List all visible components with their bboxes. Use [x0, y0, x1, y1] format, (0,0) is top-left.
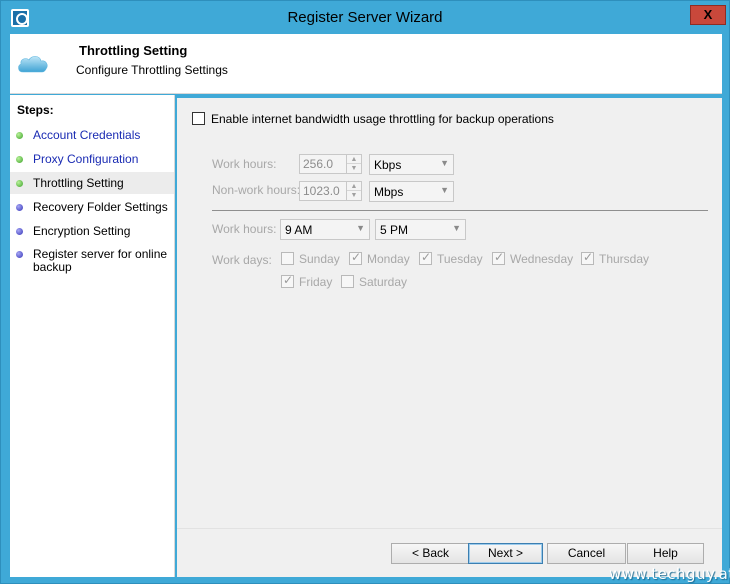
enable-throttling-checkbox[interactable] [192, 112, 205, 125]
checkmark-icon: ✓ [283, 273, 294, 287]
work-start-time-select[interactable]: 9 AM ▼ [280, 219, 370, 240]
step-encryption-setting: Encryption Setting [10, 220, 174, 242]
select-value: 9 AM [285, 223, 313, 237]
day-saturday-label: Saturday [359, 275, 408, 289]
step-done-icon [16, 132, 23, 139]
chevron-down-icon[interactable]: ▼ [347, 164, 361, 173]
step-label: Encryption Setting [33, 224, 131, 238]
cancel-button[interactable]: Cancel [547, 543, 626, 564]
work-hours-schedule-label: Work hours: [212, 222, 277, 236]
title-bar[interactable]: Register Server Wizard X [1, 1, 729, 34]
chevron-down-icon: ▼ [356, 223, 365, 233]
wizard-header: Throttling Setting Configure Throttling … [10, 34, 722, 94]
select-value: Kbps [374, 158, 402, 172]
day-sunday-label: Sunday [299, 252, 340, 266]
step-label: Throttling Setting [33, 176, 124, 190]
day-wednesday-checkbox[interactable]: ✓ [492, 250, 505, 265]
step-pending-icon [16, 228, 23, 235]
watermark-text: www.techguy.at [609, 565, 730, 583]
step-label: Recovery Folder Settings [33, 200, 168, 214]
next-button[interactable]: Next > [468, 543, 543, 564]
step-done-icon [16, 156, 23, 163]
enable-throttling-label: Enable internet bandwidth usage throttli… [211, 112, 554, 126]
step-label: Register server for online backup [33, 247, 168, 274]
day-tuesday-checkbox[interactable]: ✓ [419, 250, 432, 265]
work-hours-bandwidth-label: Work hours: [212, 157, 277, 171]
step-pending-icon [16, 204, 23, 211]
select-value: 5 PM [380, 223, 409, 237]
work-hours-unit-select[interactable]: Kbps ▼ [369, 154, 454, 175]
chevron-down-icon[interactable]: ▼ [347, 191, 361, 200]
chevron-down-icon: ▼ [440, 158, 449, 168]
select-value: Mbps [374, 185, 404, 199]
chevron-up-icon[interactable]: ▲ [347, 182, 361, 191]
day-sunday-checkbox[interactable] [281, 252, 294, 265]
day-friday-checkbox[interactable]: ✓ [281, 273, 294, 288]
day-saturday-checkbox[interactable] [341, 275, 354, 288]
day-tuesday-label: Tuesday [437, 252, 483, 266]
day-thursday-label: Thursday [599, 252, 650, 266]
wizard-window: Register Server Wizard X Throttling Sett… [0, 0, 730, 584]
step-pending-icon [16, 251, 23, 258]
checkmark-icon: ✓ [351, 250, 362, 264]
nonwork-hours-bandwidth-stepper[interactable]: 1023.0 ▲ ▼ [299, 181, 362, 201]
back-button[interactable]: < Back [391, 543, 470, 564]
checkmark-icon: ✓ [421, 250, 432, 264]
step-register-server: Register server for online backup [10, 246, 174, 276]
window-title: Register Server Wizard [287, 9, 443, 26]
page-title: Throttling Setting [79, 43, 188, 58]
stepper-value: 256.0 [303, 157, 334, 171]
steps-panel: Steps: Account Credentials Proxy Configu… [10, 95, 175, 577]
step-throttling-setting[interactable]: Throttling Setting [10, 172, 174, 194]
day-monday-label: Monday [367, 252, 410, 266]
step-account-credentials[interactable]: Account Credentials [10, 124, 174, 146]
day-monday-checkbox[interactable]: ✓ [349, 250, 362, 265]
step-proxy-configuration[interactable]: Proxy Configuration [10, 148, 174, 170]
work-end-time-select[interactable]: 5 PM ▼ [375, 219, 466, 240]
day-wednesday-label: Wednesday [510, 252, 574, 266]
day-thursday-checkbox[interactable]: ✓ [581, 250, 594, 265]
stepper-value: 1023.0 [303, 184, 340, 198]
checkmark-icon: ✓ [583, 250, 594, 264]
nonwork-hours-unit-select[interactable]: Mbps ▼ [369, 181, 454, 202]
help-button[interactable]: Help [627, 543, 704, 564]
nonwork-hours-bandwidth-label: Non-work hours: [212, 183, 301, 197]
chevron-down-icon: ▼ [452, 223, 461, 233]
step-label: Proxy Configuration [33, 152, 139, 166]
cloud-icon [18, 56, 48, 73]
step-current-icon [16, 180, 23, 187]
section-divider [212, 210, 708, 211]
step-label: Account Credentials [33, 128, 141, 142]
checkmark-icon: ✓ [494, 250, 505, 264]
steps-title: Steps: [17, 103, 54, 117]
stepper-arrows[interactable]: ▲ ▼ [346, 155, 361, 173]
step-recovery-folder-settings: Recovery Folder Settings [10, 196, 174, 218]
work-hours-bandwidth-stepper[interactable]: 256.0 ▲ ▼ [299, 154, 362, 174]
chevron-down-icon: ▼ [440, 185, 449, 195]
work-days-label: Work days: [212, 253, 272, 267]
page-subtitle: Configure Throttling Settings [76, 63, 228, 77]
close-button[interactable]: X [690, 5, 726, 25]
stepper-arrows[interactable]: ▲ ▼ [346, 182, 361, 200]
chevron-up-icon[interactable]: ▲ [347, 155, 361, 164]
day-friday-label: Friday [299, 275, 333, 289]
